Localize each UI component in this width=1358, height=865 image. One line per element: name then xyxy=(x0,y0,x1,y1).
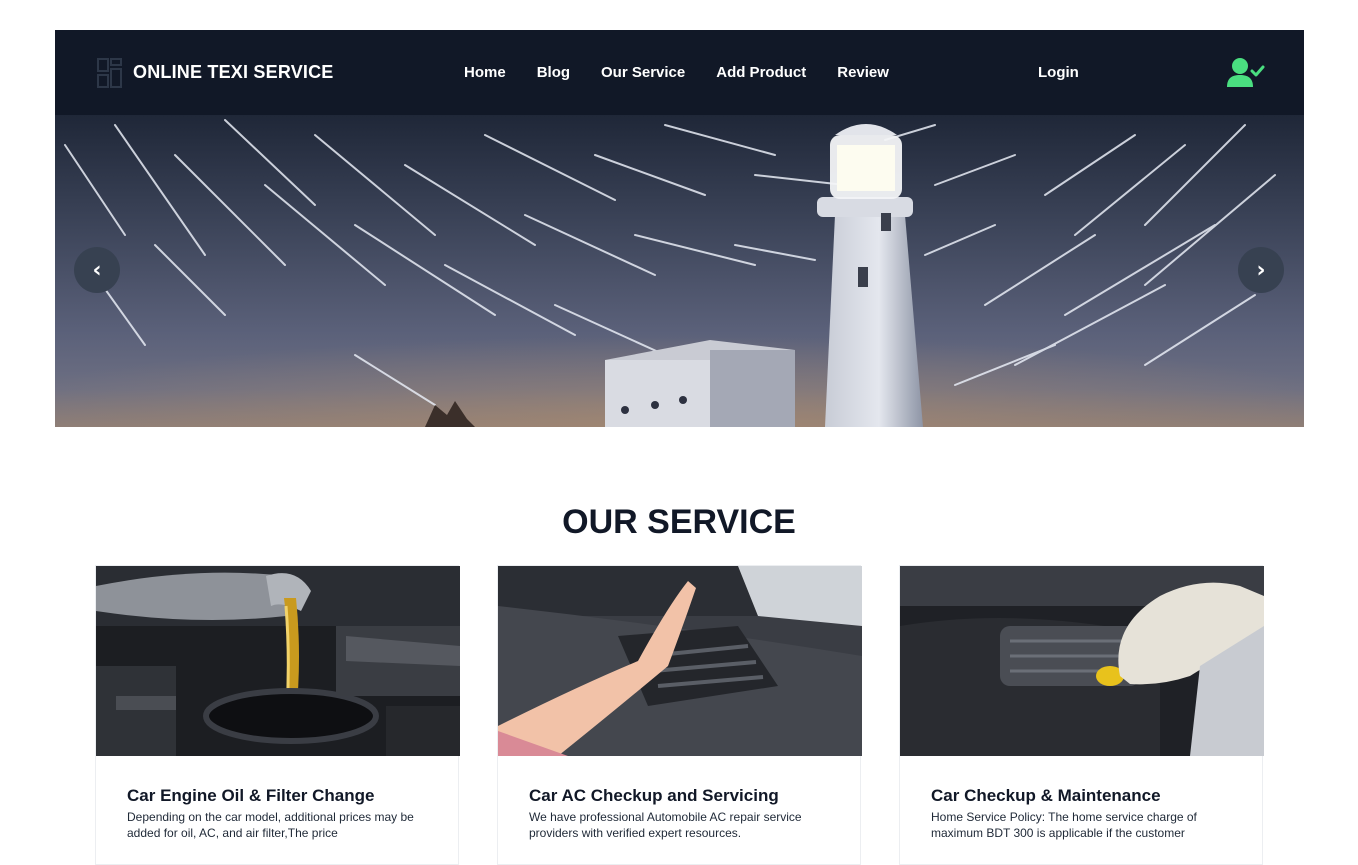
carousel-prev-button[interactable]: ‹ xyxy=(74,247,120,293)
carousel-next-button[interactable]: › xyxy=(1238,247,1284,293)
grid-logo-icon xyxy=(97,57,122,88)
service-card[interactable]: Car Checkup & Maintenance Home Service P… xyxy=(899,565,1264,865)
service-card[interactable]: Car AC Checkup and Servicing We have pro… xyxy=(497,565,862,865)
card-image xyxy=(900,566,1264,756)
card-title: Car Engine Oil & Filter Change xyxy=(127,786,375,805)
card-text: Depending on the car model, additional p… xyxy=(127,810,414,840)
nav-home[interactable]: Home xyxy=(464,64,506,81)
main-nav: Home Blog Our Service Add Product Review xyxy=(464,30,889,115)
card-text: We have professional Automobile AC repai… xyxy=(529,810,802,840)
section-title: OUR SERVICE xyxy=(562,503,796,541)
brand-name: ONLINE TEXI SERVICE xyxy=(133,62,334,82)
service-card[interactable]: Car Engine Oil & Filter Change Depending… xyxy=(95,565,460,865)
nav-add-product[interactable]: Add Product xyxy=(716,64,806,81)
card-image xyxy=(498,566,862,756)
hero-carousel: ‹ › xyxy=(55,115,1304,427)
navbar: ONLINE TEXI SERVICE Home Blog Our Servic… xyxy=(55,30,1304,115)
nav-blog[interactable]: Blog xyxy=(537,64,570,81)
user-check-icon[interactable] xyxy=(1227,57,1265,89)
card-image xyxy=(96,566,460,756)
nav-our-service[interactable]: Our Service xyxy=(601,64,685,81)
hero-image xyxy=(55,119,1304,427)
brand[interactable]: ONLINE TEXI SERVICE xyxy=(97,30,334,115)
nav-login[interactable]: Login xyxy=(1038,30,1079,115)
nav-review[interactable]: Review xyxy=(837,64,889,81)
card-text: Home Service Policy: The home service ch… xyxy=(931,810,1197,840)
card-title: Car AC Checkup and Servicing xyxy=(529,786,779,805)
card-title: Car Checkup & Maintenance xyxy=(931,786,1161,805)
